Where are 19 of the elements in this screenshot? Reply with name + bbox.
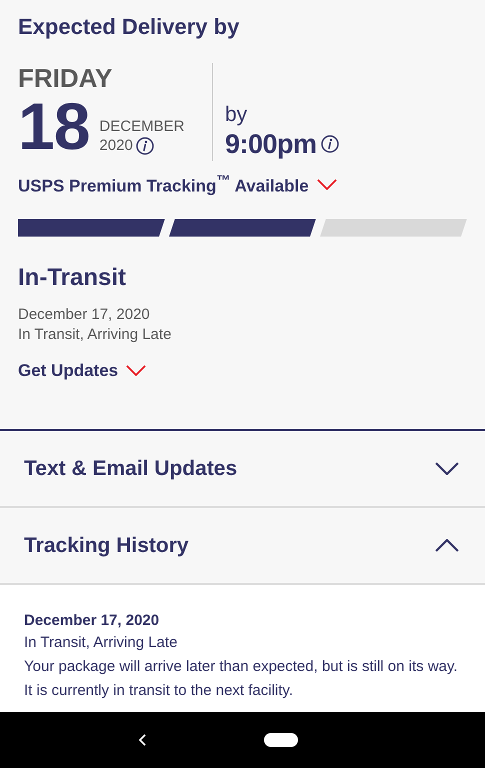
status-title: In-Transit xyxy=(18,262,128,293)
info-icon[interactable] xyxy=(136,136,154,154)
day-number: 18 xyxy=(18,95,90,157)
history-status: In Transit, Arriving Late xyxy=(24,633,178,653)
history-date: December 17, 2020 xyxy=(24,611,160,631)
status-date: December 17, 2020 xyxy=(18,304,151,325)
heading: Expected Delivery by xyxy=(18,13,240,41)
home-pill-icon[interactable] xyxy=(264,733,298,747)
info-icon[interactable] xyxy=(320,135,339,153)
get-updates-link[interactable]: Get Updates xyxy=(18,360,146,381)
status-detail: In Transit, Arriving Late xyxy=(18,324,172,345)
history-description: Your package will arrive later than expected, but is still on its way. It is currently in transit to the next facility. xyxy=(24,657,459,701)
year: 2020 xyxy=(99,136,133,155)
weekday: FRIDAY xyxy=(18,63,114,93)
premium-tracking-link[interactable]: USPS Premium Tracking$^{™}$ Available xyxy=(18,173,337,197)
back-icon[interactable] xyxy=(139,734,146,746)
month: DECEMBER xyxy=(99,117,184,136)
by-label: by xyxy=(225,103,248,127)
delivery-time: 9:00pm xyxy=(225,128,317,161)
